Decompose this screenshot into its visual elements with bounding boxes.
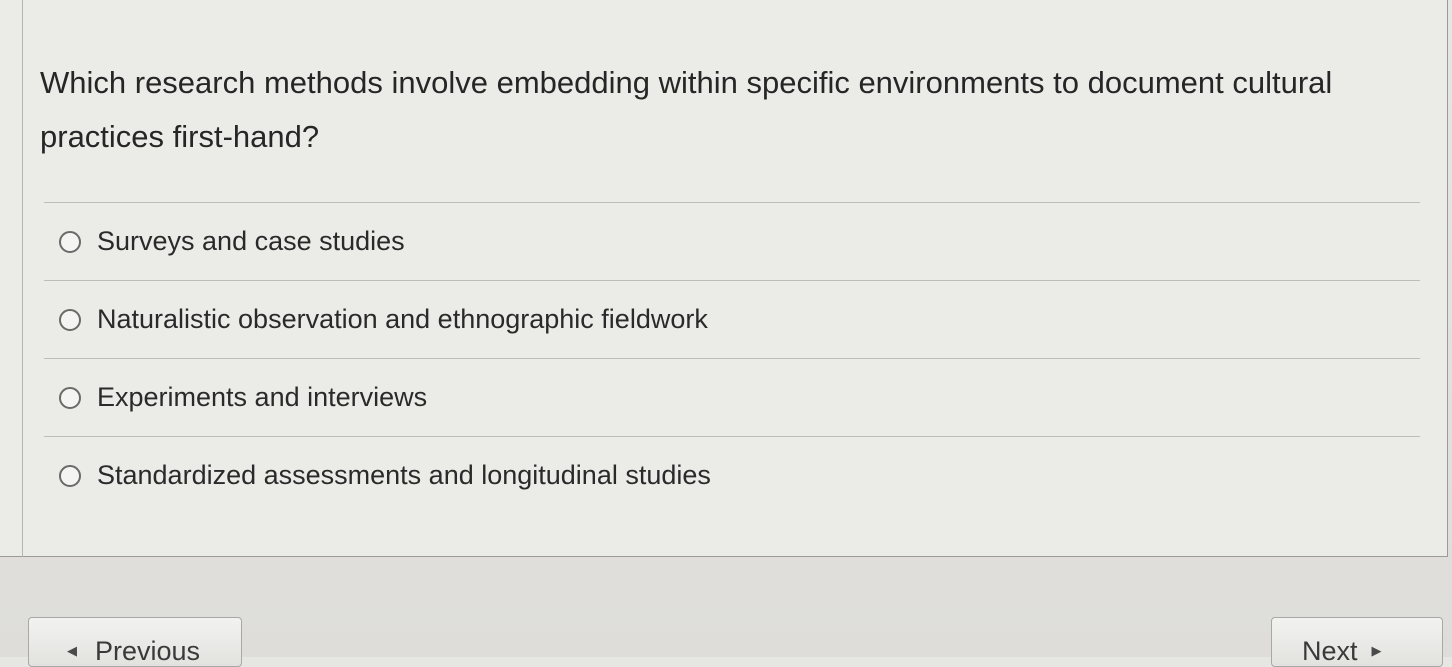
next-button[interactable]: Next ▶ bbox=[1271, 617, 1443, 667]
answer-option-2[interactable]: Naturalistic observation and ethnographi… bbox=[44, 281, 1420, 359]
answer-option-label: Naturalistic observation and ethnographi… bbox=[97, 304, 708, 334]
answer-option-4[interactable]: Standardized assessments and longitudina… bbox=[44, 437, 1420, 514]
previous-button[interactable]: ◀ Previous bbox=[28, 617, 242, 667]
answer-option-1[interactable]: Surveys and case studies bbox=[44, 203, 1420, 281]
radio-button-1[interactable] bbox=[59, 230, 81, 253]
card-left-border bbox=[22, 0, 23, 557]
radio-button-4[interactable] bbox=[59, 464, 81, 487]
answer-options: Surveys and case studies Naturalistic ob… bbox=[44, 202, 1420, 514]
radio-button-2[interactable] bbox=[59, 308, 81, 331]
question-text: Which research methods involve embedding… bbox=[40, 65, 1333, 154]
caret-left-icon: ◀ bbox=[67, 643, 77, 658]
question-card: Which research methods involve embedding… bbox=[0, 0, 1448, 557]
answer-option-3[interactable]: Experiments and interviews bbox=[44, 359, 1420, 437]
radio-button-3[interactable] bbox=[59, 386, 81, 409]
previous-button-label: Previous bbox=[95, 636, 201, 666]
answer-option-label: Experiments and interviews bbox=[97, 382, 428, 412]
answer-option-label: Standardized assessments and longitudina… bbox=[97, 460, 711, 490]
answer-option-label: Surveys and case studies bbox=[97, 226, 405, 256]
next-button-label: Next bbox=[1302, 636, 1358, 666]
caret-right-icon: ▶ bbox=[1371, 643, 1382, 658]
